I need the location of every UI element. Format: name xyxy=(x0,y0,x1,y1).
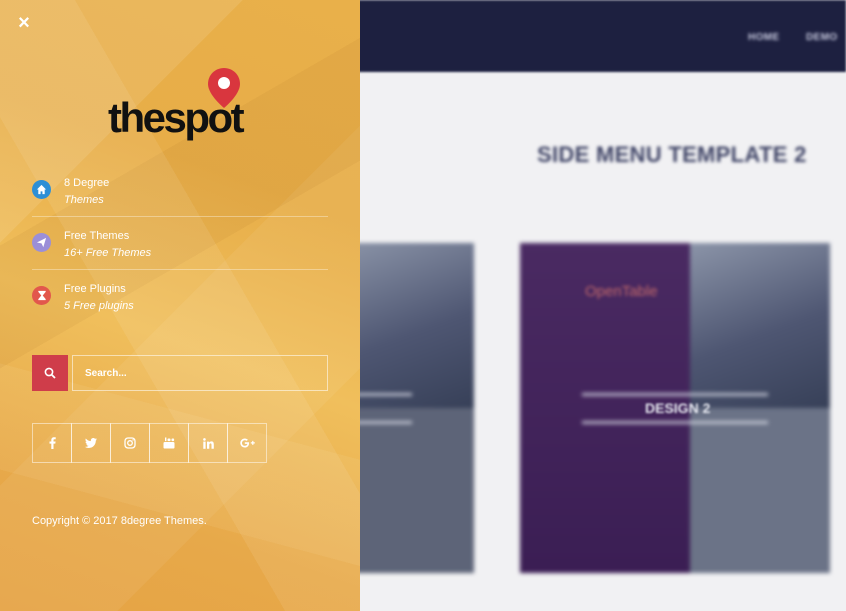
background-card-brand: OpenTable xyxy=(585,283,658,300)
search-button[interactable] xyxy=(32,355,68,391)
menu-item-subtitle: 16+ Free Themes xyxy=(64,247,152,259)
menu-item-free-plugins[interactable]: Free Plugins 5 Free plugins xyxy=(32,270,328,323)
menu-item-subtitle: Themes xyxy=(64,194,104,206)
linkedin-icon[interactable] xyxy=(188,423,228,463)
youtube-icon[interactable] xyxy=(149,423,189,463)
card-photo xyxy=(340,243,474,408)
search-icon xyxy=(44,367,56,379)
side-menu-panel: × thespot 8 Degree Themes Free Themes 16… xyxy=(0,0,360,611)
card-bar xyxy=(582,393,768,396)
menu-item-title: 8 Degree xyxy=(64,177,110,189)
google-plus-icon[interactable] xyxy=(227,423,267,463)
background-card-1[interactable] xyxy=(340,243,474,573)
background-card-label: DESIGN 2 xyxy=(645,400,711,416)
nav-link-demo[interactable]: DEMO xyxy=(806,32,838,43)
facebook-icon[interactable] xyxy=(32,423,72,463)
menu-item-title: Free Plugins xyxy=(64,283,126,295)
home-icon xyxy=(32,180,51,199)
menu-item-8degree[interactable]: 8 Degree Themes xyxy=(32,164,328,217)
copyright-text: Copyright © 2017 8degree Themes. xyxy=(32,515,207,527)
social-links xyxy=(32,423,267,463)
card-photo xyxy=(690,243,830,408)
send-icon xyxy=(32,233,51,252)
close-icon[interactable]: × xyxy=(16,13,32,33)
nav-link-home[interactable]: HOME xyxy=(748,32,780,43)
menu-item-free-themes[interactable]: Free Themes 16+ Free Themes xyxy=(32,217,328,270)
card-bar xyxy=(582,421,768,424)
instagram-icon[interactable] xyxy=(110,423,150,463)
side-menu: 8 Degree Themes Free Themes 16+ Free The… xyxy=(32,164,328,323)
search-input[interactable] xyxy=(72,355,328,391)
logo: thespot xyxy=(108,66,258,146)
page: HOME DEMO SIDE MENU TEMPLATE 2 OpenTable… xyxy=(0,0,846,611)
menu-item-title: Free Themes xyxy=(64,230,130,242)
hourglass-icon xyxy=(32,286,51,305)
menu-item-subtitle: 5 Free plugins xyxy=(64,300,134,312)
twitter-icon[interactable] xyxy=(71,423,111,463)
background-page-title: SIDE MENU TEMPLATE 2 xyxy=(537,142,807,167)
map-pin-icon xyxy=(208,68,240,108)
